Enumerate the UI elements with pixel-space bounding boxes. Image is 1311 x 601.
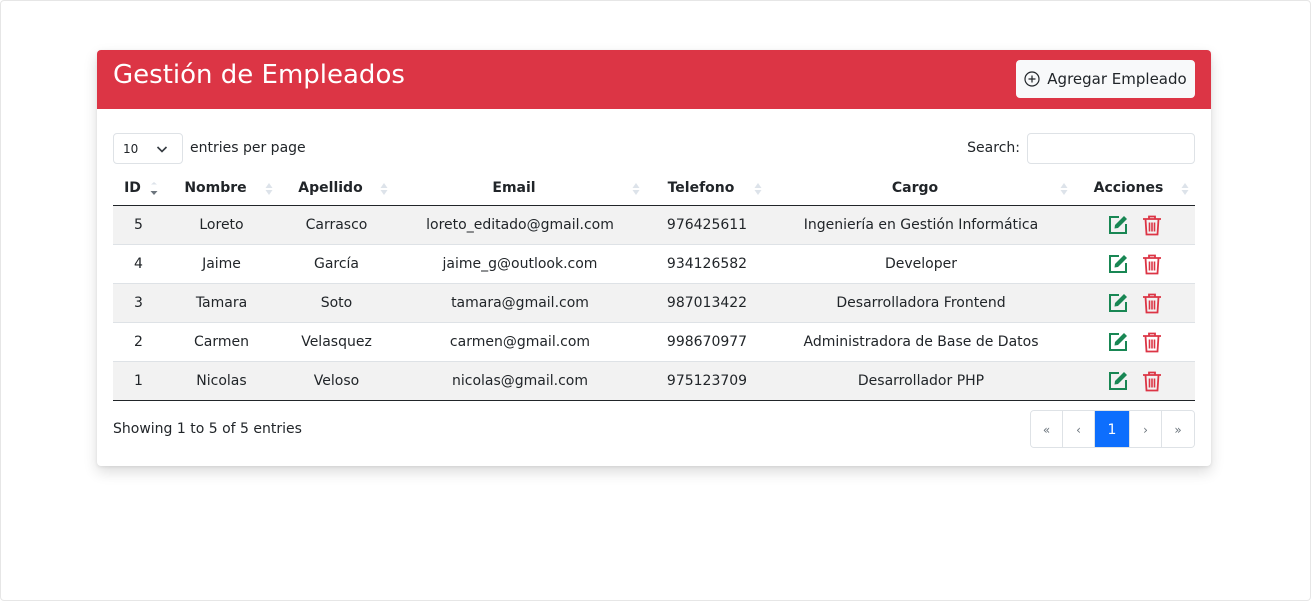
sort-arrows-icon [1181, 183, 1189, 195]
cell-telefono: 998670977 [646, 322, 768, 362]
cell-telefono: 987013422 [646, 283, 768, 323]
sort-desc-icon [150, 182, 158, 195]
trash-icon[interactable] [1141, 370, 1163, 392]
search-input[interactable] [1027, 133, 1195, 164]
sort-arrows-icon [632, 183, 640, 195]
cell-actions [1074, 205, 1195, 245]
column-header-label: Telefono [667, 180, 735, 197]
cell-actions [1074, 244, 1195, 284]
plus-circle-icon [1024, 71, 1040, 87]
page-title: Gestión de Empleados [113, 60, 405, 90]
column-header-nombre[interactable]: Nombre [164, 172, 279, 206]
column-header-label: Cargo [891, 180, 939, 197]
table-row: 1 Nicolas Veloso nicolas@gmail.com 97512… [113, 361, 1195, 401]
pagination: « ‹ 1 › » [1030, 410, 1195, 448]
cell-nombre: Loreto [164, 205, 279, 245]
trash-icon[interactable] [1141, 331, 1163, 353]
table-row: 2 Carmen Velasquez carmen@gmail.com 9986… [113, 322, 1195, 362]
entries-per-page-select[interactable]: 10 [113, 133, 183, 164]
column-header-label: Acciones [1093, 180, 1164, 197]
cell-id: 5 [113, 205, 164, 245]
edit-icon[interactable] [1107, 292, 1129, 314]
cell-cargo: Desarrolladora Frontend [768, 283, 1074, 323]
cell-email: loreto_editado@gmail.com [394, 205, 646, 245]
cell-id: 4 [113, 244, 164, 284]
cell-apellido: Carrasco [279, 205, 394, 245]
cell-cargo: Developer [768, 244, 1074, 284]
cell-nombre: Tamara [164, 283, 279, 323]
column-header-telefono[interactable]: Telefono [646, 172, 768, 206]
cell-cargo: Ingeniería en Gestión Informática [768, 205, 1074, 245]
first-page-button[interactable]: « [1031, 411, 1063, 447]
column-header-label: ID [124, 180, 141, 197]
entries-info: Showing 1 to 5 of 5 entries [113, 421, 302, 437]
table-row: 3 Tamara Soto tamara@gmail.com 987013422… [113, 283, 1195, 323]
cell-apellido: García [279, 244, 394, 284]
cell-actions [1074, 322, 1195, 362]
cell-nombre: Jaime [164, 244, 279, 284]
cell-telefono: 976425611 [646, 205, 768, 245]
cell-apellido: Velasquez [279, 322, 394, 362]
last-page-button[interactable]: » [1162, 411, 1194, 447]
column-header-label: Nombre [184, 180, 247, 197]
cell-telefono: 975123709 [646, 361, 768, 401]
sort-arrows-icon [265, 183, 273, 195]
column-header-label: Email [492, 180, 536, 197]
column-header-id[interactable]: ID [113, 172, 164, 206]
sort-arrows-icon [380, 183, 388, 195]
cell-apellido: Veloso [279, 361, 394, 401]
column-header-email[interactable]: Email [394, 172, 646, 206]
edit-icon[interactable] [1107, 331, 1129, 353]
cell-cargo: Desarrollador PHP [768, 361, 1074, 401]
cell-email: nicolas@gmail.com [394, 361, 646, 401]
table-row: 5 Loreto Carrasco loreto_editado@gmail.c… [113, 205, 1195, 245]
trash-icon[interactable] [1141, 214, 1163, 236]
next-page-button[interactable]: › [1130, 411, 1162, 447]
sort-arrows-icon [1060, 183, 1068, 195]
table-body: 5 Loreto Carrasco loreto_editado@gmail.c… [113, 205, 1195, 401]
cell-actions [1074, 361, 1195, 401]
cell-id: 1 [113, 361, 164, 401]
column-header-acciones[interactable]: Acciones [1074, 172, 1195, 206]
cell-id: 2 [113, 322, 164, 362]
cell-cargo: Administradora de Base de Datos [768, 322, 1074, 362]
entries-per-page-label: entries per page [190, 140, 306, 156]
card-header: Gestión de Empleados Agregar Empleado [97, 50, 1211, 109]
previous-page-button[interactable]: ‹ [1063, 411, 1095, 447]
table-header-row: ID Nombre Apellido Email Telefono Cargo … [113, 172, 1195, 206]
cell-email: carmen@gmail.com [394, 322, 646, 362]
cell-nombre: Nicolas [164, 361, 279, 401]
table-footer: Showing 1 to 5 of 5 entries « ‹ 1 › » [113, 410, 1195, 448]
cell-email: jaime_g@outlook.com [394, 244, 646, 284]
cell-id: 3 [113, 283, 164, 323]
add-employee-button[interactable]: Agregar Empleado [1016, 60, 1195, 98]
trash-icon[interactable] [1141, 292, 1163, 314]
column-header-apellido[interactable]: Apellido [279, 172, 394, 206]
edit-icon[interactable] [1107, 253, 1129, 275]
search-label: Search: [967, 140, 1020, 156]
edit-icon[interactable] [1107, 214, 1129, 236]
column-header-label: Apellido [298, 180, 363, 197]
table-row: 4 Jaime García jaime_g@outlook.com 93412… [113, 244, 1195, 284]
entries-per-page-value: 10 [123, 141, 139, 156]
sort-arrows-icon [754, 183, 762, 195]
chevron-down-icon [156, 146, 168, 153]
column-header-cargo[interactable]: Cargo [768, 172, 1074, 206]
page-1-button[interactable]: 1 [1095, 411, 1130, 447]
add-employee-label: Agregar Empleado [1047, 70, 1187, 88]
cell-nombre: Carmen [164, 322, 279, 362]
cell-apellido: Soto [279, 283, 394, 323]
trash-icon[interactable] [1141, 253, 1163, 275]
cell-telefono: 934126582 [646, 244, 768, 284]
employees-table: ID Nombre Apellido Email Telefono Cargo … [113, 172, 1195, 401]
cell-actions [1074, 283, 1195, 323]
edit-icon[interactable] [1107, 370, 1129, 392]
employees-card: Gestión de Empleados Agregar Empleado 10… [97, 50, 1211, 466]
table-controls: 10 entries per page Search: [113, 133, 1195, 164]
cell-email: tamara@gmail.com [394, 283, 646, 323]
